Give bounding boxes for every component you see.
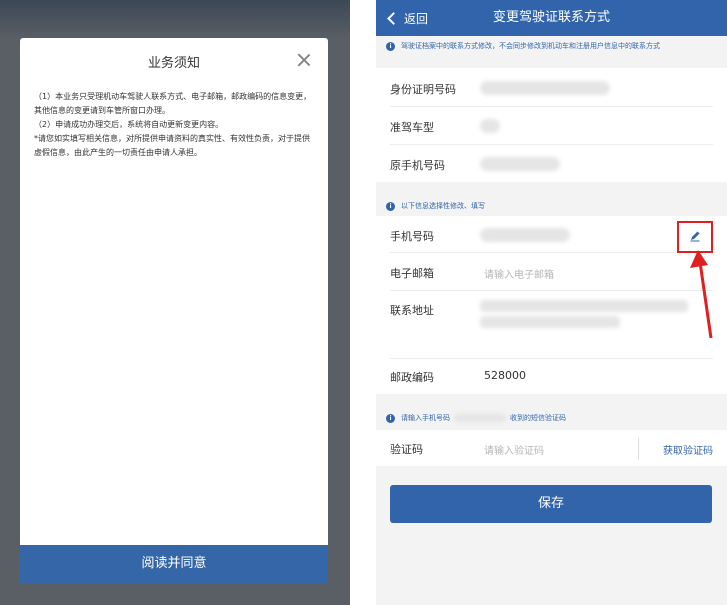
postcode-value[interactable]: 528000 (484, 369, 526, 382)
divider (638, 438, 639, 460)
notice-top: i 驾驶证档案中的联系方式修改，不会同步修改到机动车和注册用户信息中的联系方式 (376, 41, 727, 51)
address-label: 联系地址 (390, 304, 434, 317)
notice-paragraph: *请您如实填写相关信息，对所提供申请资料的真实性、有效性负责，对于提供虚假信息，… (34, 134, 310, 157)
save-button[interactable]: 保存 (390, 485, 712, 523)
email-label: 电子邮箱 (390, 267, 434, 280)
modal-body: （1）本业务只受理机动车驾驶人联系方式、电子邮箱，邮政编码的信息变更，其他信息的… (34, 90, 316, 160)
phone-row[interactable]: 手机号码 (376, 216, 727, 252)
notice-modal: 业务须知 （1）本业务只受理机动车驾驶人联系方式、电子邮箱，邮政编码的信息变更，… (20, 38, 328, 583)
notice-code-suffix: 收到的短信验证码 (510, 414, 566, 422)
chevron-left-icon (387, 11, 400, 25)
postcode-label: 邮政编码 (390, 371, 434, 384)
code-input[interactable]: 请输入验证码 (484, 442, 544, 457)
editable-fields-section: 手机号码 电子邮箱 请输入电子邮箱 联系地址 邮政编码 528000 (376, 216, 727, 394)
code-section: 验证码 请输入验证码 获取验证码 (376, 430, 727, 466)
get-code-button[interactable]: 获取验证码 (663, 442, 713, 457)
info-icon: i (386, 202, 395, 211)
fixed-fields-section: 身份证明号码 准驾车型 原手机号码 (376, 68, 727, 182)
back-label: 返回 (404, 11, 429, 26)
page-title: 变更驾驶证联系方式 (492, 10, 610, 25)
id-number-value (480, 81, 610, 95)
masked-phone (454, 414, 506, 422)
phone-label: 手机号码 (390, 230, 434, 243)
modal-title: 业务须知 (147, 56, 200, 71)
info-icon: i (386, 414, 395, 423)
old-phone-label: 原手机号码 (390, 159, 445, 172)
notice-code-prefix: 请输入手机号码 (401, 414, 450, 422)
info-icon: i (386, 42, 395, 51)
notice-paragraph: （1）本业务只受理机动车驾驶人联系方式、电子邮箱，邮政编码的信息变更，其他信息的… (34, 92, 312, 115)
notice-mid: i 以下信息选择性修改、填写 (376, 201, 727, 211)
address-value (480, 316, 620, 328)
email-row[interactable]: 电子邮箱 请输入电子邮箱 (376, 252, 727, 290)
license-class-label: 准驾车型 (390, 121, 434, 134)
postcode-row[interactable]: 邮政编码 528000 (376, 358, 727, 394)
annotation-arrow (690, 250, 713, 339)
read-and-agree-button[interactable]: 阅读并同意 (20, 545, 328, 583)
notice-mid-text: 以下信息选择性修改、填写 (401, 202, 485, 210)
id-number-label: 身份证明号码 (390, 83, 456, 96)
close-icon[interactable] (296, 52, 312, 68)
notice-paragraph: （2）申请成功办理交后，系统将自动更新变更内容。 (34, 120, 224, 129)
address-value (480, 300, 688, 312)
notice-code: i 请输入手机号码 收到的短信验证码 (376, 413, 727, 423)
old-phone-row: 原手机号码 (376, 144, 727, 182)
back-button[interactable]: 返回 (386, 0, 428, 36)
email-input[interactable]: 请输入电子邮箱 (484, 266, 554, 281)
phone-value (480, 228, 570, 242)
code-label: 验证码 (390, 443, 423, 456)
license-class-row: 准驾车型 (376, 106, 727, 144)
old-phone-value (480, 157, 560, 171)
notice-top-text: 驾驶证档案中的联系方式修改，不会同步修改到机动车和注册用户信息中的联系方式 (401, 42, 660, 50)
address-row[interactable]: 联系地址 (376, 290, 727, 360)
license-class-value (480, 119, 500, 133)
navbar: 返回 变更驾驶证联系方式 (376, 0, 727, 36)
id-number-row: 身份证明号码 (376, 68, 727, 106)
status-bar-shade (0, 0, 350, 40)
